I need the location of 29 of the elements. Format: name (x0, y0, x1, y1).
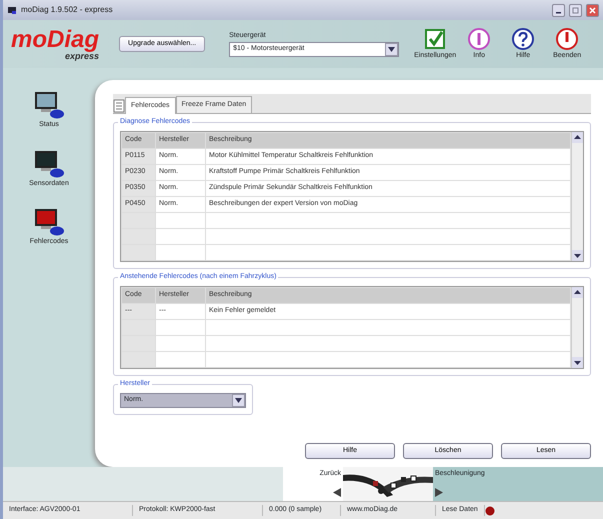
dropdown-arrow-icon (388, 46, 396, 52)
list-icon (113, 99, 125, 113)
scrollbar[interactable] (571, 132, 583, 261)
app-icon (7, 5, 17, 15)
maximize-icon (572, 6, 579, 14)
right-arrow-icon (435, 488, 443, 498)
monitor-plug-icon (32, 148, 65, 178)
minimize-button[interactable] (552, 4, 565, 16)
close-button[interactable] (586, 4, 599, 16)
scroll-up-icon (572, 287, 583, 298)
back-button[interactable] (333, 487, 341, 499)
window-title: moDiag 1.9.502 - express (21, 4, 114, 16)
settings-icon (423, 26, 448, 51)
scroll-up-icon (572, 132, 583, 143)
help-icon (511, 26, 536, 51)
info-icon (467, 26, 492, 51)
left-arrow-icon (333, 488, 341, 498)
scrollbar[interactable] (571, 287, 583, 368)
app-logo: moDiag (11, 26, 100, 52)
dropdown-arrow-icon (235, 398, 242, 403)
logo-subtitle: express (64, 52, 100, 60)
scroll-down-icon (572, 250, 583, 261)
maximize-button[interactable] (569, 4, 582, 16)
monitor-plug-icon (33, 207, 65, 237)
exit-icon (555, 26, 580, 51)
status-indicator-icon (484, 506, 495, 516)
close-icon (589, 6, 596, 14)
monitor-plug-icon (33, 90, 65, 120)
scroll-down-icon (572, 357, 583, 368)
